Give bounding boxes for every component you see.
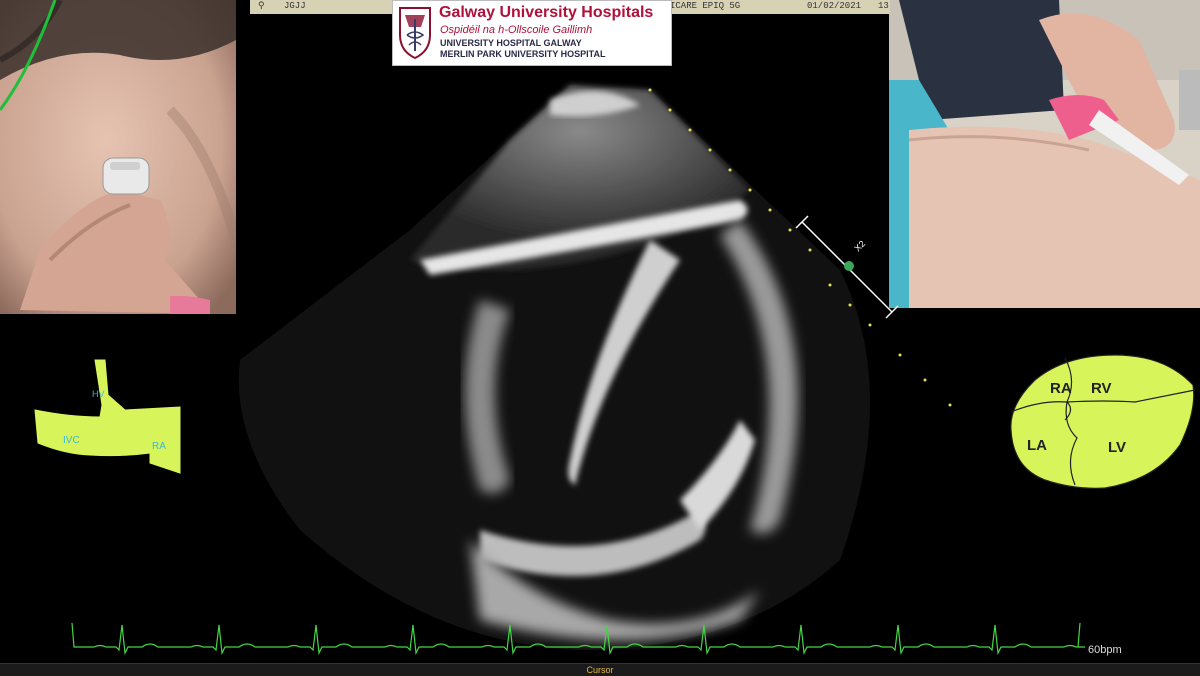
ivc-label: IVC [63,435,80,446]
ecg-line [71,622,1130,656]
bottom-status-bar: Cursor [0,663,1200,676]
ecg-trace [70,615,1130,663]
hospital-logo: Galway University Hospitals Ospidéil na … [392,0,672,66]
rv-chamber-label: RV [1091,380,1112,397]
hospital-crest-icon [399,7,431,60]
exam-time: 13 [878,1,889,11]
hospital-name: Galway University Hospitals [439,4,654,21]
ivc-diagram: HV IVC RA [30,355,190,480]
hospital-line-2: MERLIN PARK UNIVERSITY HOSPITAL [440,49,606,59]
heart-rate: 60bpm [1088,644,1122,656]
status-icon: ⚲ [258,1,265,11]
patient-id: JGJJ [284,1,306,11]
ivc-shape [34,359,181,474]
hospital-irish-name: Ospidéil na h-Ollscoile Gaillimh [440,24,593,36]
ra-label: RA [152,441,166,452]
exam-date: 01/02/2021 [807,1,862,11]
ultrasound-image: X2 [180,60,1020,660]
lv-chamber-label: LV [1108,439,1126,456]
echo-sector: X2 [238,85,952,650]
scale-label: X2 [852,239,867,254]
focus-marker[interactable] [844,261,854,271]
la-chamber-label: LA [1027,437,1047,454]
heart-shape [1010,354,1195,489]
cursor-label[interactable]: Cursor [0,664,1200,676]
system-name: ICARE EPIQ 5G [670,1,741,11]
ra-chamber-label: RA [1050,380,1072,397]
heart-diagram: RA RV LA LV [1005,350,1200,495]
hospital-line-1: UNIVERSITY HOSPITAL GALWAY [440,38,582,48]
hv-label: HV [92,389,105,399]
